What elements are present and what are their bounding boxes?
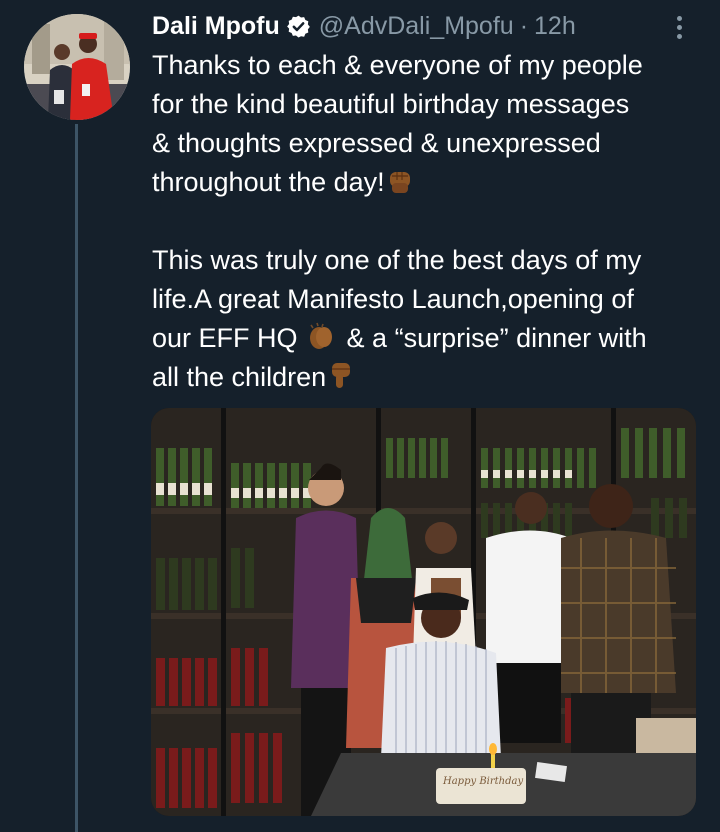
- verified-badge-icon: [286, 14, 311, 39]
- tweet-text: Thanks to each & everyone of my people f…: [152, 46, 708, 397]
- more-vertical-icon[interactable]: [670, 12, 690, 42]
- tweet-text-line: This was truly one of the best days of m…: [152, 245, 642, 275]
- clapping-hands-icon: [305, 321, 339, 362]
- timestamp[interactable]: 12h: [534, 12, 576, 41]
- tweet-text-line-4: throughout the day!: [152, 163, 708, 202]
- tweet-text-line-7: our EFF HQ & a “surprise” dinner with: [152, 319, 708, 358]
- tweet-text-segment: our EFF HQ: [152, 323, 298, 353]
- tweet-text-line: Thanks to each & everyone of my people: [152, 50, 643, 80]
- birthday-dinner-photo-icon: Happy Birthday: [151, 408, 696, 816]
- tweet-text-segment: throughout the day!: [152, 167, 385, 197]
- tweet-text-line: for the kind beautiful birthday messages: [152, 89, 630, 119]
- author-name[interactable]: Dali Mpofu: [152, 12, 280, 41]
- tweet-text-segment: all the children: [152, 362, 327, 392]
- pointing-down-icon: [326, 360, 356, 401]
- thread-line: [75, 124, 78, 832]
- profile-photo-icon: [24, 14, 130, 120]
- tweet-text-segment: & a “surprise” dinner with: [339, 323, 647, 353]
- tweet-text-line: life.A great Manifesto Launch,opening of: [152, 284, 634, 314]
- tweet-text-line-8: all the children: [152, 358, 708, 397]
- author-handle[interactable]: @AdvDali_Mpofu: [319, 12, 514, 41]
- tweet[interactable]: Dali Mpofu @AdvDali_Mpofu · 12h Thanks t…: [0, 0, 720, 832]
- separator-dot: ·: [519, 11, 529, 40]
- avatar[interactable]: [24, 14, 130, 120]
- cake-text: Happy Birthday: [442, 776, 523, 787]
- tweet-header: Dali Mpofu @AdvDali_Mpofu · 12h: [152, 8, 692, 44]
- tweet-text-line: & thoughts expressed & unexpressed: [152, 128, 601, 158]
- raised-fist-icon: [385, 165, 415, 206]
- tweet-photo[interactable]: Happy Birthday: [151, 408, 696, 816]
